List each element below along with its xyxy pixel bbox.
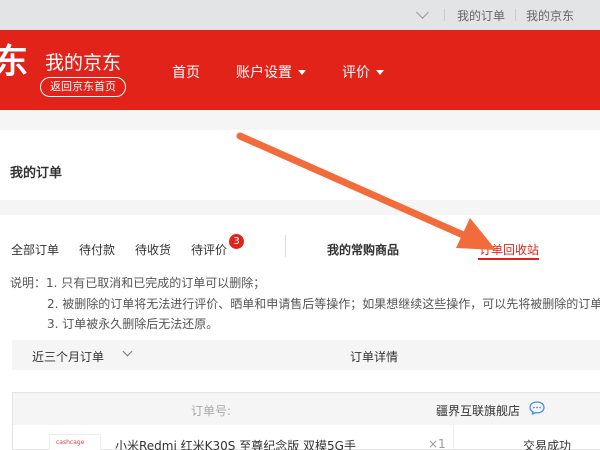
caret-down-icon <box>298 70 306 75</box>
chevron-down-icon[interactable] <box>416 6 429 19</box>
product-quantity: ×1 <box>428 437 446 450</box>
order-card: 订单号: 疆界互联旗舰店 cashcage 小米Redmi 红米K30S 至尊纪… <box>12 392 600 450</box>
tab-all-orders[interactable]: 全部订单 <box>11 241 59 258</box>
page-title: 我的京东 <box>45 52 122 74</box>
top-utility-bar: 我的订单 我的京东 <box>0 0 600 30</box>
tab-pending-review[interactable]: 待评价 <box>191 241 227 258</box>
divider <box>444 9 445 21</box>
product-thumbnail[interactable]: cashcage <box>49 434 101 450</box>
nav-home[interactable]: 首页 <box>172 62 200 82</box>
order-detail-header: 订单详情 <box>350 350 399 364</box>
my-orders-link[interactable]: 我的订单 <box>457 7 505 24</box>
back-home-button[interactable]: 返回京东首页 <box>40 77 126 97</box>
divider <box>515 9 516 21</box>
time-range-select[interactable]: 近三个月订单 <box>32 348 104 365</box>
tab-order-recycle-bin[interactable]: 订单回收站 <box>479 241 539 258</box>
note-line-2: 2. 被删除的订单将无法进行评价、晒单和申请售后等操作；如果想继续这些操作，可以… <box>47 297 600 311</box>
order-number-label: 订单号: <box>191 404 232 418</box>
nav-account-settings[interactable]: 账户设置 <box>236 62 306 82</box>
orders-section-header: 我的订单 <box>0 130 600 200</box>
chevron-down-icon[interactable] <box>122 346 133 357</box>
my-jd-link[interactable]: 我的京东 <box>526 7 574 24</box>
active-tab-indicator <box>478 258 539 260</box>
orders-panel: 全部订单 待付款 待收货 待评价 3 我的常购商品 订单回收站 说明：1. 只有… <box>0 215 600 450</box>
caret-down-icon <box>376 70 384 75</box>
chat-icon[interactable] <box>529 401 545 415</box>
tab-pending-receipt[interactable]: 待收货 <box>135 241 171 258</box>
order-card-header: 订单号: 疆界互联旗舰店 <box>13 393 600 425</box>
jd-logo[interactable]: 东 <box>0 45 28 79</box>
thumbnail-brand-text: cashcage <box>56 439 85 446</box>
tab-pending-payment[interactable]: 待付款 <box>79 241 115 258</box>
note-line-1: 说明：1. 只有已取消和已完成的订单可以删除； <box>10 276 266 290</box>
section-title: 我的订单 <box>10 166 63 181</box>
order-status: 交易成功 <box>523 439 572 450</box>
divider <box>285 235 286 257</box>
divider <box>453 425 454 450</box>
shop-name-link[interactable]: 疆界互联旗舰店 <box>436 402 520 419</box>
tab-frequent-items[interactable]: 我的常购商品 <box>327 241 399 258</box>
order-filter-bar: 近三个月订单 订单详情 <box>12 340 600 370</box>
product-name-link[interactable]: 小米Redmi 红米K30S 至尊纪念版 双模5G手 <box>115 437 356 450</box>
note-line-3: 3. 订单被永久删除后无法还原。 <box>47 317 219 331</box>
review-count-badge: 3 <box>229 234 244 249</box>
site-header: 东 我的京东 返回京东首页 首页 账户设置 评价 <box>0 30 600 110</box>
nav-reviews[interactable]: 评价 <box>342 62 384 82</box>
